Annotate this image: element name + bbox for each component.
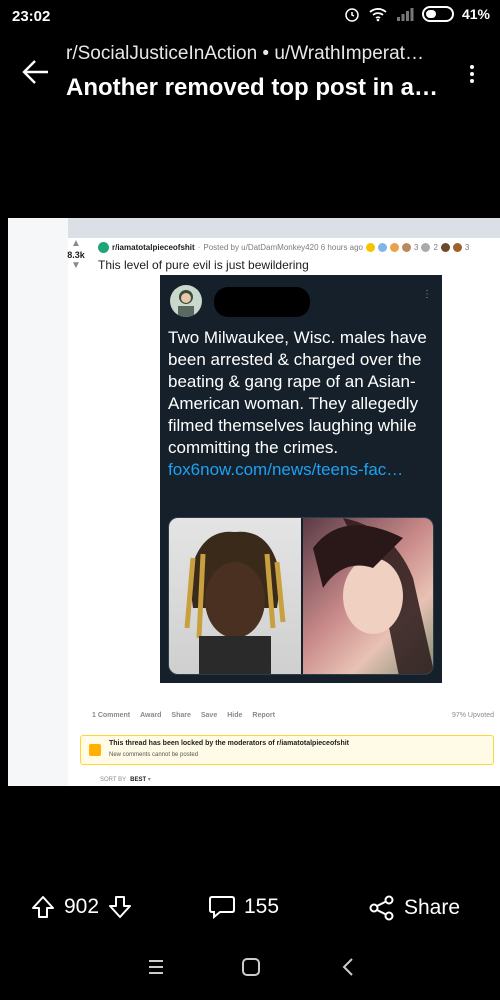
post-subtitle[interactable]: r/SocialJusticeInAction • u/WrathImperat…	[66, 43, 456, 65]
back-arrow-icon[interactable]	[20, 56, 52, 88]
locked-subtitle: New comments cannot be posted	[109, 752, 199, 758]
embedded-post-title: This level of pure evil is just bewilder…	[98, 258, 309, 272]
award-icon	[402, 243, 412, 252]
share-button[interactable]: Share	[368, 894, 460, 922]
award-icon	[440, 243, 450, 252]
home-icon[interactable]	[240, 956, 262, 978]
comments-button[interactable]: 155	[208, 894, 279, 920]
embedded-post-meta: r/iamatotalpieceofshit · Posted by u/Dat…	[98, 242, 469, 253]
embedded-save: Save	[200, 712, 218, 719]
vote-control: 902	[30, 894, 133, 920]
award-count: 2	[433, 243, 438, 252]
image-left-band	[8, 218, 68, 786]
tweet-link: fox6now.com/news/teens-fac…	[168, 460, 404, 479]
embedded-share: Share	[171, 712, 191, 719]
locked-banner: This thread has been locked by the moder…	[80, 735, 494, 765]
mugshot-photo	[169, 518, 301, 674]
share-label: Share	[404, 896, 461, 919]
alarm-icon	[345, 8, 359, 22]
wifi-icon	[369, 8, 387, 22]
embedded-reddit-post: ▲ 8.3k ▼ r/iamatotalpieceofshit · Posted…	[67, 238, 500, 786]
post-action-bar: 902 155 Share	[0, 880, 500, 932]
embedded-subreddit: r/iamatotalpieceofshit	[112, 243, 195, 252]
sort-by: SORT BY BEST ▾	[100, 777, 151, 783]
system-nav-bar	[0, 944, 500, 994]
victim-photo	[303, 518, 433, 674]
embedded-award: Award	[140, 712, 162, 719]
award-icon	[378, 243, 388, 252]
upvote-icon[interactable]	[30, 894, 56, 920]
status-bar: 23:02 41%	[0, 0, 500, 34]
recents-icon[interactable]	[146, 956, 166, 978]
award-icon	[452, 243, 462, 252]
embedded-upvoted: 97% Upvoted	[451, 712, 494, 719]
embedded-posted-by: Posted by u/DatDamMonkey420 6 hours ago	[203, 243, 364, 252]
redacted-username	[214, 287, 310, 317]
battery-percent: 41%	[461, 6, 490, 22]
embedded-score: 8.3k	[67, 250, 85, 260]
downvote-icon[interactable]	[107, 894, 133, 920]
tweet-avatar	[170, 285, 202, 317]
tweet-menu-icon: ⋮	[422, 289, 432, 300]
locked-title: This thread has been locked by the moder…	[109, 740, 349, 747]
embedded-report: Report	[252, 712, 275, 719]
tweet-photos	[168, 517, 434, 675]
embedded-vote-column: ▲ 8.3k ▼	[62, 238, 90, 272]
comment-icon	[209, 896, 235, 920]
status-time: 23:02	[12, 8, 51, 25]
award-icon	[390, 243, 400, 252]
post-image[interactable]: ▲ 8.3k ▼ r/iamatotalpieceofshit · Posted…	[8, 218, 500, 786]
more-options-icon[interactable]	[470, 62, 478, 86]
post-title: Another removed top post in a…	[66, 74, 439, 101]
lock-icon	[89, 744, 101, 756]
embedded-comments: 1 Comment	[92, 712, 131, 719]
comment-count: 155	[244, 895, 280, 918]
status-icons: 41%	[344, 6, 490, 22]
embedded-downvote-icon: ▼	[71, 260, 81, 271]
award-count: 3	[464, 243, 470, 252]
embedded-upvote-icon: ▲	[71, 238, 81, 249]
signal-icon	[396, 8, 414, 21]
award-icon	[421, 243, 431, 252]
tweet-text: Two Milwaukee, Wisc. males have been arr…	[168, 328, 427, 479]
battery-icon	[421, 6, 454, 22]
embedded-post-actions: 1 Comment Award Share Save Hide Report	[92, 712, 275, 719]
image-top-band	[8, 218, 500, 238]
award-icon	[366, 243, 376, 252]
embedded-hide: Hide	[227, 712, 243, 719]
subreddit-icon	[98, 242, 109, 253]
share-icon	[369, 895, 394, 921]
tweet-card: ⋮ Two Milwaukee, Wisc. males have been a…	[160, 275, 442, 683]
award-count: 3	[414, 243, 419, 252]
back-nav-icon[interactable]	[338, 956, 358, 978]
upvote-count: 902	[64, 895, 100, 918]
